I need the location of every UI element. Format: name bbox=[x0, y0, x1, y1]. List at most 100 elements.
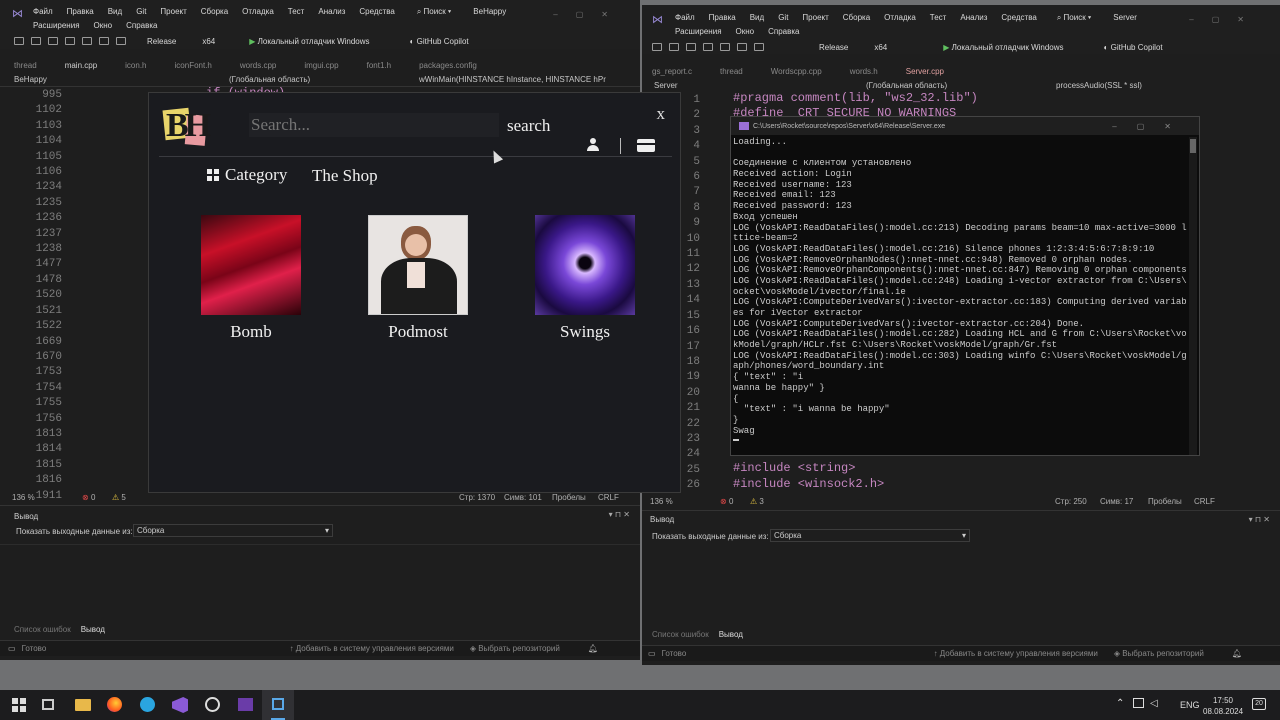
menu-view[interactable]: Вид bbox=[108, 7, 122, 16]
open-icon[interactable] bbox=[65, 37, 75, 45]
new-file-icon[interactable] bbox=[686, 43, 696, 51]
forward-icon[interactable] bbox=[669, 43, 679, 51]
undo-icon[interactable] bbox=[116, 37, 126, 45]
tab-gs-report[interactable]: gs_report.c bbox=[652, 67, 692, 76]
save-all-icon[interactable] bbox=[737, 43, 747, 51]
error-count[interactable]: ⊗ 0 bbox=[720, 497, 750, 506]
tray-chevron-icon[interactable]: ⌃ bbox=[1116, 698, 1124, 709]
menu-build[interactable]: Сборка bbox=[201, 7, 228, 16]
add-to-vcs[interactable]: ↑ Добавить в систему управления версиями bbox=[290, 644, 454, 653]
zoom-level[interactable]: 136 % bbox=[650, 497, 720, 506]
window-controls[interactable]: ‒▢✕ bbox=[1189, 15, 1262, 24]
nav-function[interactable]: processAudio(SSL * ssl) bbox=[1056, 81, 1142, 90]
tab-imgui-cpp[interactable]: imgui.cpp bbox=[304, 61, 338, 70]
warning-count[interactable]: ⚠ 5 bbox=[112, 493, 442, 502]
tab-main-cpp[interactable]: main.cpp bbox=[65, 61, 97, 70]
error-count[interactable]: ⊗ 0 bbox=[82, 493, 112, 502]
platform-select[interactable]: x64 bbox=[874, 43, 887, 52]
back-icon[interactable] bbox=[14, 37, 24, 45]
run-button[interactable]: ▶ Локальный отладчик Windows bbox=[943, 43, 1063, 52]
platform-select[interactable]: x64 bbox=[202, 37, 215, 46]
tab-words-h[interactable]: words.h bbox=[850, 67, 878, 76]
tab-error-list[interactable]: Список ошибок bbox=[652, 630, 709, 639]
firefox-icon[interactable] bbox=[107, 697, 122, 712]
whitespace-mode[interactable]: Пробелы bbox=[552, 493, 598, 502]
app-icon-purple[interactable] bbox=[238, 698, 253, 711]
tab-packages-config[interactable]: packages.config bbox=[419, 61, 477, 70]
back-icon[interactable] bbox=[652, 43, 662, 51]
network-icon[interactable] bbox=[1133, 698, 1144, 708]
cart-icon[interactable] bbox=[637, 139, 655, 152]
file-explorer-icon[interactable] bbox=[75, 699, 91, 711]
visual-studio-icon[interactable] bbox=[172, 697, 188, 713]
panel-controls[interactable]: ▾ ⊓ ✕ bbox=[1249, 515, 1270, 524]
language-indicator[interactable]: ENG bbox=[1180, 700, 1200, 710]
product-card-swings[interactable]: Swings bbox=[535, 215, 635, 345]
panel-controls[interactable]: ▾ ⊓ ✕ bbox=[609, 510, 630, 519]
tab-output[interactable]: Вывод bbox=[719, 630, 743, 639]
config-select[interactable]: Release bbox=[819, 43, 848, 52]
product-card-bomb[interactable]: Bomb bbox=[201, 215, 301, 345]
output-scrollbar[interactable] bbox=[624, 544, 634, 608]
code-include-string[interactable]: #include <string> bbox=[733, 461, 855, 476]
menu-edit[interactable]: Правка bbox=[709, 13, 736, 22]
console-scrollbar[interactable] bbox=[1189, 137, 1197, 455]
app-icon-active[interactable] bbox=[262, 690, 294, 720]
server-console-window[interactable]: C:\Users\Rocket\source\repos\Server\x64\… bbox=[730, 116, 1200, 456]
tab-words-cpp[interactable]: words.cpp bbox=[240, 61, 276, 70]
nav-scope[interactable]: (Глобальная область) bbox=[866, 81, 1056, 90]
task-view-icon[interactable] bbox=[42, 699, 54, 710]
tab-icon-h[interactable]: icon.h bbox=[125, 61, 146, 70]
add-to-vcs[interactable]: ↑ Добавить в систему управления версиями bbox=[934, 649, 1098, 658]
menu-help[interactable]: Справка bbox=[768, 27, 799, 36]
select-repo[interactable]: ◈ Выбрать репозиторий bbox=[1114, 649, 1204, 658]
copilot-button[interactable]: ◐ GitHub Copilot bbox=[410, 37, 469, 46]
menu-window[interactable]: Окно bbox=[736, 27, 755, 36]
menu-build[interactable]: Сборка bbox=[843, 13, 870, 22]
new-file-icon[interactable] bbox=[48, 37, 58, 45]
bell-icon[interactable]: 🔔︎ bbox=[1232, 649, 1242, 658]
save-icon[interactable] bbox=[720, 43, 730, 51]
menu-analyze[interactable]: Анализ bbox=[318, 7, 345, 16]
open-icon[interactable] bbox=[703, 43, 713, 51]
menu-view[interactable]: Вид bbox=[750, 13, 764, 22]
close-button[interactable]: x bbox=[657, 104, 666, 124]
menu-debug[interactable]: Отладка bbox=[884, 13, 916, 22]
save-icon[interactable] bbox=[82, 37, 92, 45]
copilot-button[interactable]: ◐ GitHub Copilot bbox=[1104, 43, 1163, 52]
menu-file[interactable]: Файл bbox=[675, 13, 695, 22]
select-repo[interactable]: ◈ Выбрать репозиторий bbox=[470, 644, 560, 653]
menu-edit[interactable]: Правка bbox=[67, 7, 94, 16]
menu-test[interactable]: Тест bbox=[930, 13, 947, 22]
eol-mode[interactable]: CRLF bbox=[1194, 497, 1215, 506]
tab-server-cpp[interactable]: Server.cpp bbox=[906, 67, 944, 76]
tab-output[interactable]: Вывод bbox=[81, 625, 105, 634]
console-window-controls[interactable]: ‒▢✕ bbox=[1112, 122, 1191, 131]
search-input[interactable] bbox=[249, 113, 499, 137]
nav-project[interactable]: BeHappy bbox=[14, 75, 229, 84]
menu-project[interactable]: Проект bbox=[802, 13, 828, 22]
menu-help[interactable]: Справка bbox=[126, 21, 157, 30]
notifications-button[interactable]: 20 bbox=[1252, 698, 1266, 710]
product-card-podmost[interactable]: Podmost bbox=[368, 215, 468, 345]
menu-extensions[interactable]: Расширения bbox=[33, 21, 80, 30]
category-button[interactable]: Category bbox=[207, 165, 287, 185]
console-scroll-thumb[interactable] bbox=[1190, 139, 1196, 153]
tab-wordscpp[interactable]: Wordscpp.cpp bbox=[771, 67, 822, 76]
menu-git[interactable]: Git bbox=[136, 7, 146, 16]
code-pragma[interactable]: #pragma comment(lib, "ws2_32.lib") bbox=[733, 91, 978, 106]
volume-icon[interactable]: ◁ bbox=[1150, 698, 1158, 709]
tab-error-list[interactable]: Список ошибок bbox=[14, 625, 71, 634]
clock[interactable]: 17:50 08.08.2024 bbox=[1203, 695, 1243, 717]
console-titlebar[interactable]: C:\Users\Rocket\source\repos\Server\x64\… bbox=[731, 117, 1199, 135]
forward-icon[interactable] bbox=[31, 37, 41, 45]
menu-file[interactable]: Файл bbox=[33, 7, 53, 16]
nav-project[interactable]: Server bbox=[654, 81, 866, 90]
save-all-icon[interactable] bbox=[99, 37, 109, 45]
tab-thread[interactable]: thread bbox=[14, 61, 37, 70]
menu-extensions[interactable]: Расширения bbox=[675, 27, 722, 36]
search-button[interactable]: ⌕ Поиск ▾ bbox=[1057, 13, 1091, 23]
output-source-select[interactable]: Сборка ▾ bbox=[770, 529, 970, 542]
warning-count[interactable]: ⚠ 3 bbox=[750, 497, 1055, 506]
telegram-icon[interactable] bbox=[140, 697, 155, 712]
